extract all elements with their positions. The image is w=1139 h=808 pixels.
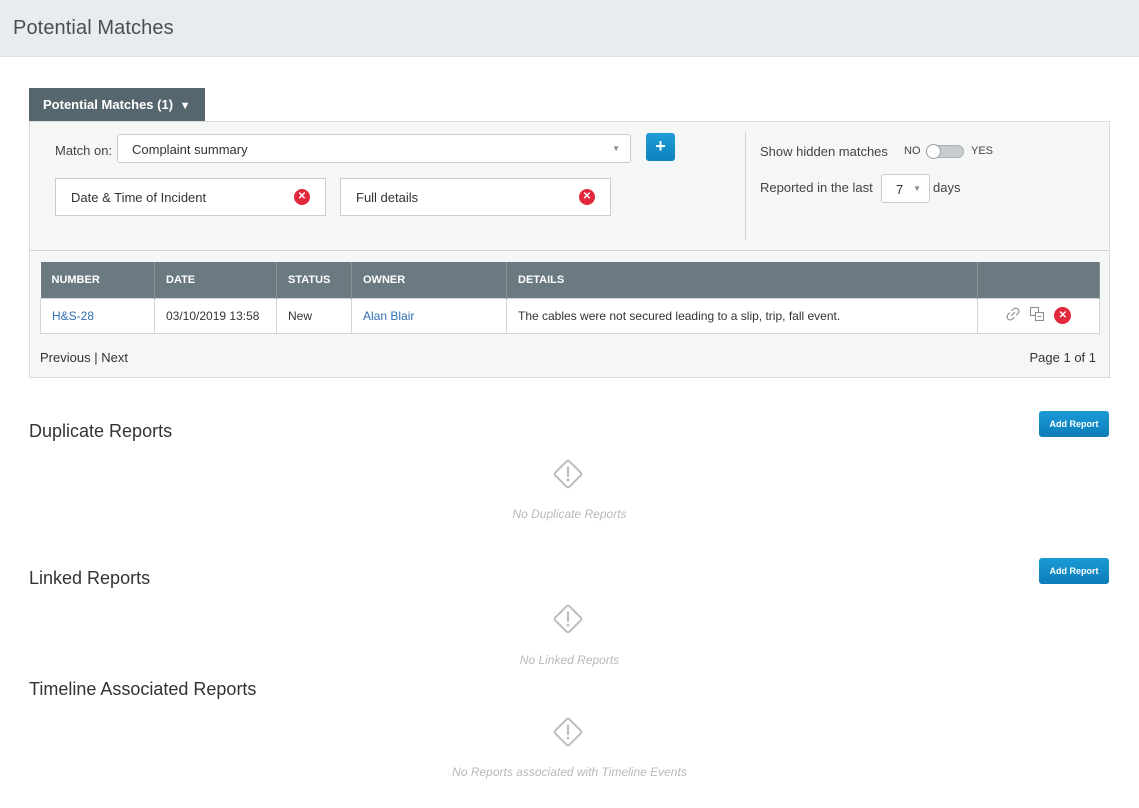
column-header-owner[interactable]: OWNER <box>351 262 507 298</box>
duplicate-icon[interactable] <box>1029 306 1045 325</box>
dropdown-arrow-icon: ▼ <box>913 184 921 193</box>
panel-vertical-divider <box>745 132 746 240</box>
criteria-chip-date-time: Date & Time of Incident ✕ <box>55 178 326 216</box>
page-header: Potential Matches <box>0 0 1139 57</box>
criteria-chip-label: Full details <box>356 190 419 205</box>
days-label: days <box>933 180 961 195</box>
warning-diamond-icon <box>553 717 583 747</box>
table-row: H&S-28 03/10/2019 13:58 New Alan Blair T… <box>40 297 1100 334</box>
criteria-chip-full-details: Full details ✕ <box>340 178 611 216</box>
criteria-chip-label: Date & Time of Incident <box>71 190 207 205</box>
linked-reports-empty-text: No Linked Reports <box>519 653 620 667</box>
remove-criteria-icon[interactable]: ✕ <box>294 189 310 205</box>
cell-details: The cables were not secured leading to a… <box>506 297 978 334</box>
duplicate-reports-title: Duplicate Reports <box>29 421 173 441</box>
match-on-select[interactable]: Complaint summary ▼ <box>117 134 631 163</box>
cell-date: 03/10/2019 13:58 <box>154 297 277 334</box>
column-header-status[interactable]: STATUS <box>276 262 352 298</box>
link-icon[interactable] <box>1006 307 1020 324</box>
match-on-label: Match on: <box>55 143 113 158</box>
add-linked-report-button[interactable]: Add Report <box>1039 558 1109 584</box>
show-hidden-matches-label: Show hidden matches <box>760 144 888 159</box>
add-criteria-button[interactable]: + <box>646 133 675 161</box>
show-hidden-toggle[interactable] <box>926 144 964 159</box>
add-duplicate-report-button[interactable]: Add Report <box>1039 411 1109 437</box>
match-on-value: Complaint summary <box>132 142 248 157</box>
potential-matches-panel: Match on: Complaint summary ▼ + Date & T… <box>29 121 1110 378</box>
duplicate-reports-empty-text: No Duplicate Reports <box>512 507 627 521</box>
page-title: Potential Matches <box>13 17 174 39</box>
warning-diamond-icon <box>553 604 583 634</box>
potential-matches-tab[interactable]: Potential Matches (1) ▼ <box>29 88 205 121</box>
report-number-link[interactable]: H&S-28 <box>52 309 94 323</box>
timeline-associated-reports-title: Timeline Associated Reports <box>29 679 257 699</box>
days-value: 7 <box>896 182 904 197</box>
timeline-reports-empty-text: No Reports associated with Timeline Even… <box>452 765 687 779</box>
panel-divider <box>30 250 1109 251</box>
toggle-no-label: NO <box>904 145 921 157</box>
pager: Previous | Next <box>40 350 128 365</box>
column-header-details[interactable]: DETAILS <box>506 262 978 298</box>
column-header-date[interactable]: DATE <box>154 262 277 298</box>
matches-table: NUMBER DATE STATUS OWNER DETAILS H&S-28 … <box>40 262 1100 334</box>
next-link[interactable]: Next <box>101 350 128 365</box>
pager-separator: | <box>94 350 98 365</box>
warning-diamond-icon <box>553 459 583 489</box>
reported-in-last-label: Reported in the last <box>760 180 873 195</box>
column-header-actions <box>977 262 1100 298</box>
cell-status: New <box>276 297 352 334</box>
days-select[interactable]: 7 ▼ <box>881 174 930 203</box>
previous-link[interactable]: Previous <box>40 350 91 365</box>
linked-reports-title: Linked Reports <box>29 568 151 588</box>
potential-matches-tab-label: Potential Matches (1) <box>43 97 174 112</box>
remove-match-icon[interactable]: ✕ <box>1054 307 1072 324</box>
toggle-knob <box>926 144 941 159</box>
page-count: Page 1 of 1 <box>1029 350 1097 365</box>
cell-owner: Alan Blair <box>351 297 507 334</box>
cell-actions: ✕ <box>977 297 1100 334</box>
cell-number: H&S-28 <box>40 297 155 334</box>
column-header-number[interactable]: NUMBER <box>40 262 155 298</box>
remove-criteria-icon[interactable]: ✕ <box>579 189 595 205</box>
caret-down-icon: ▼ <box>179 100 191 112</box>
owner-link[interactable]: Alan Blair <box>363 309 414 323</box>
toggle-yes-label: YES <box>971 145 994 157</box>
dropdown-arrow-icon: ▼ <box>612 144 620 153</box>
table-header-row: NUMBER DATE STATUS OWNER DETAILS <box>40 262 1100 298</box>
